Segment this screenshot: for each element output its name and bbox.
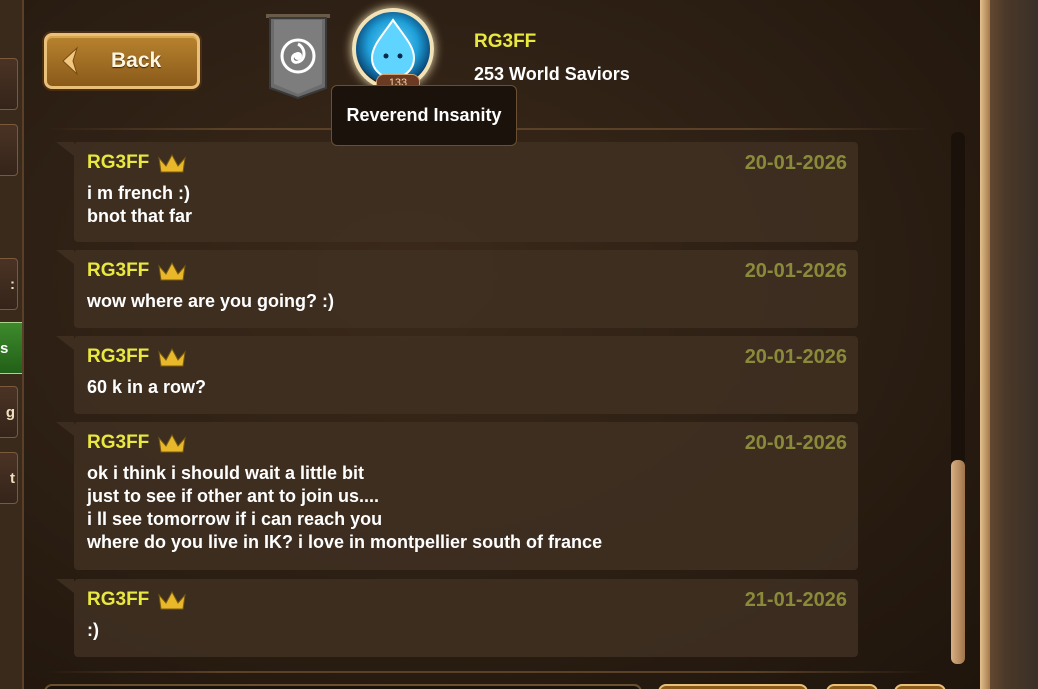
side-tabs: : s g t: [0, 0, 40, 689]
side-tab-label: :: [10, 275, 15, 293]
side-tab-2[interactable]: [0, 124, 18, 176]
message-text: wow where are you going? :): [87, 291, 335, 311]
chat-input[interactable]: [44, 684, 642, 689]
side-tab-5[interactable]: g: [0, 386, 18, 438]
message-date: 21-01-2026: [744, 589, 847, 611]
crown-icon: [158, 433, 187, 453]
message-author: RG3FF: [87, 152, 150, 173]
player-subtitle: 253 World Saviors: [474, 64, 630, 84]
chat-message: RG3FF 20-01-2026 60 k in a row?: [56, 336, 858, 414]
crown-icon: [158, 590, 187, 610]
player-name: RG3FF: [474, 31, 537, 52]
scrollbar-thumb[interactable]: [951, 460, 965, 664]
chat-message: RG3FF 20-01-2026 wow where are you going…: [56, 250, 858, 328]
message-text: i m french :) bnot that far: [87, 183, 192, 226]
message-header: RG3FF: [87, 432, 187, 454]
message-author: RG3FF: [87, 589, 150, 610]
message-text: ok i think i should wait a little bit ju…: [87, 463, 603, 552]
crown-icon: [158, 153, 187, 173]
side-tab-label: g: [5, 403, 15, 421]
message-header: RG3FF: [87, 346, 187, 368]
message-author: RG3FF: [87, 346, 150, 367]
toolbar-button[interactable]: [894, 684, 946, 689]
background-right: [985, 0, 1038, 689]
chat-message: RG3FF 21-01-2026 :): [56, 579, 858, 657]
side-tab-label: s: [0, 339, 9, 357]
message-date: 20-01-2026: [744, 432, 847, 454]
side-tab-1[interactable]: [0, 58, 18, 110]
message-author: RG3FF: [87, 260, 150, 281]
toolbar-button[interactable]: [826, 684, 878, 689]
message-text: :): [87, 620, 99, 640]
back-button[interactable]: Back: [44, 33, 200, 89]
panel-frame-right: [980, 0, 990, 689]
guild-banner-icon[interactable]: [266, 14, 330, 102]
chat-message: RG3FF 20-01-2026 ok i think i should wai…: [56, 422, 858, 570]
send-button[interactable]: [658, 684, 808, 689]
message-date: 20-01-2026: [744, 152, 847, 174]
message-date: 20-01-2026: [744, 260, 847, 282]
crown-icon: [158, 347, 187, 367]
message-date: 20-01-2026: [744, 346, 847, 368]
back-arrow-icon: [62, 46, 79, 76]
side-tab-3[interactable]: :: [0, 258, 18, 310]
side-tab-label: t: [10, 469, 15, 487]
message-header: RG3FF: [87, 152, 187, 174]
message-header: RG3FF: [87, 589, 187, 611]
crown-icon: [158, 261, 187, 281]
chat-message: RG3FF 20-01-2026 i m french :) bnot that…: [56, 142, 858, 242]
message-author: RG3FF: [87, 432, 150, 453]
side-tab-6[interactable]: t: [0, 452, 18, 504]
tooltip: Reverend Insanity: [331, 85, 517, 146]
back-button-label: Back: [111, 49, 162, 72]
footer-divider: [44, 671, 930, 673]
message-header: RG3FF: [87, 260, 187, 282]
message-text: 60 k in a row?: [87, 377, 207, 397]
